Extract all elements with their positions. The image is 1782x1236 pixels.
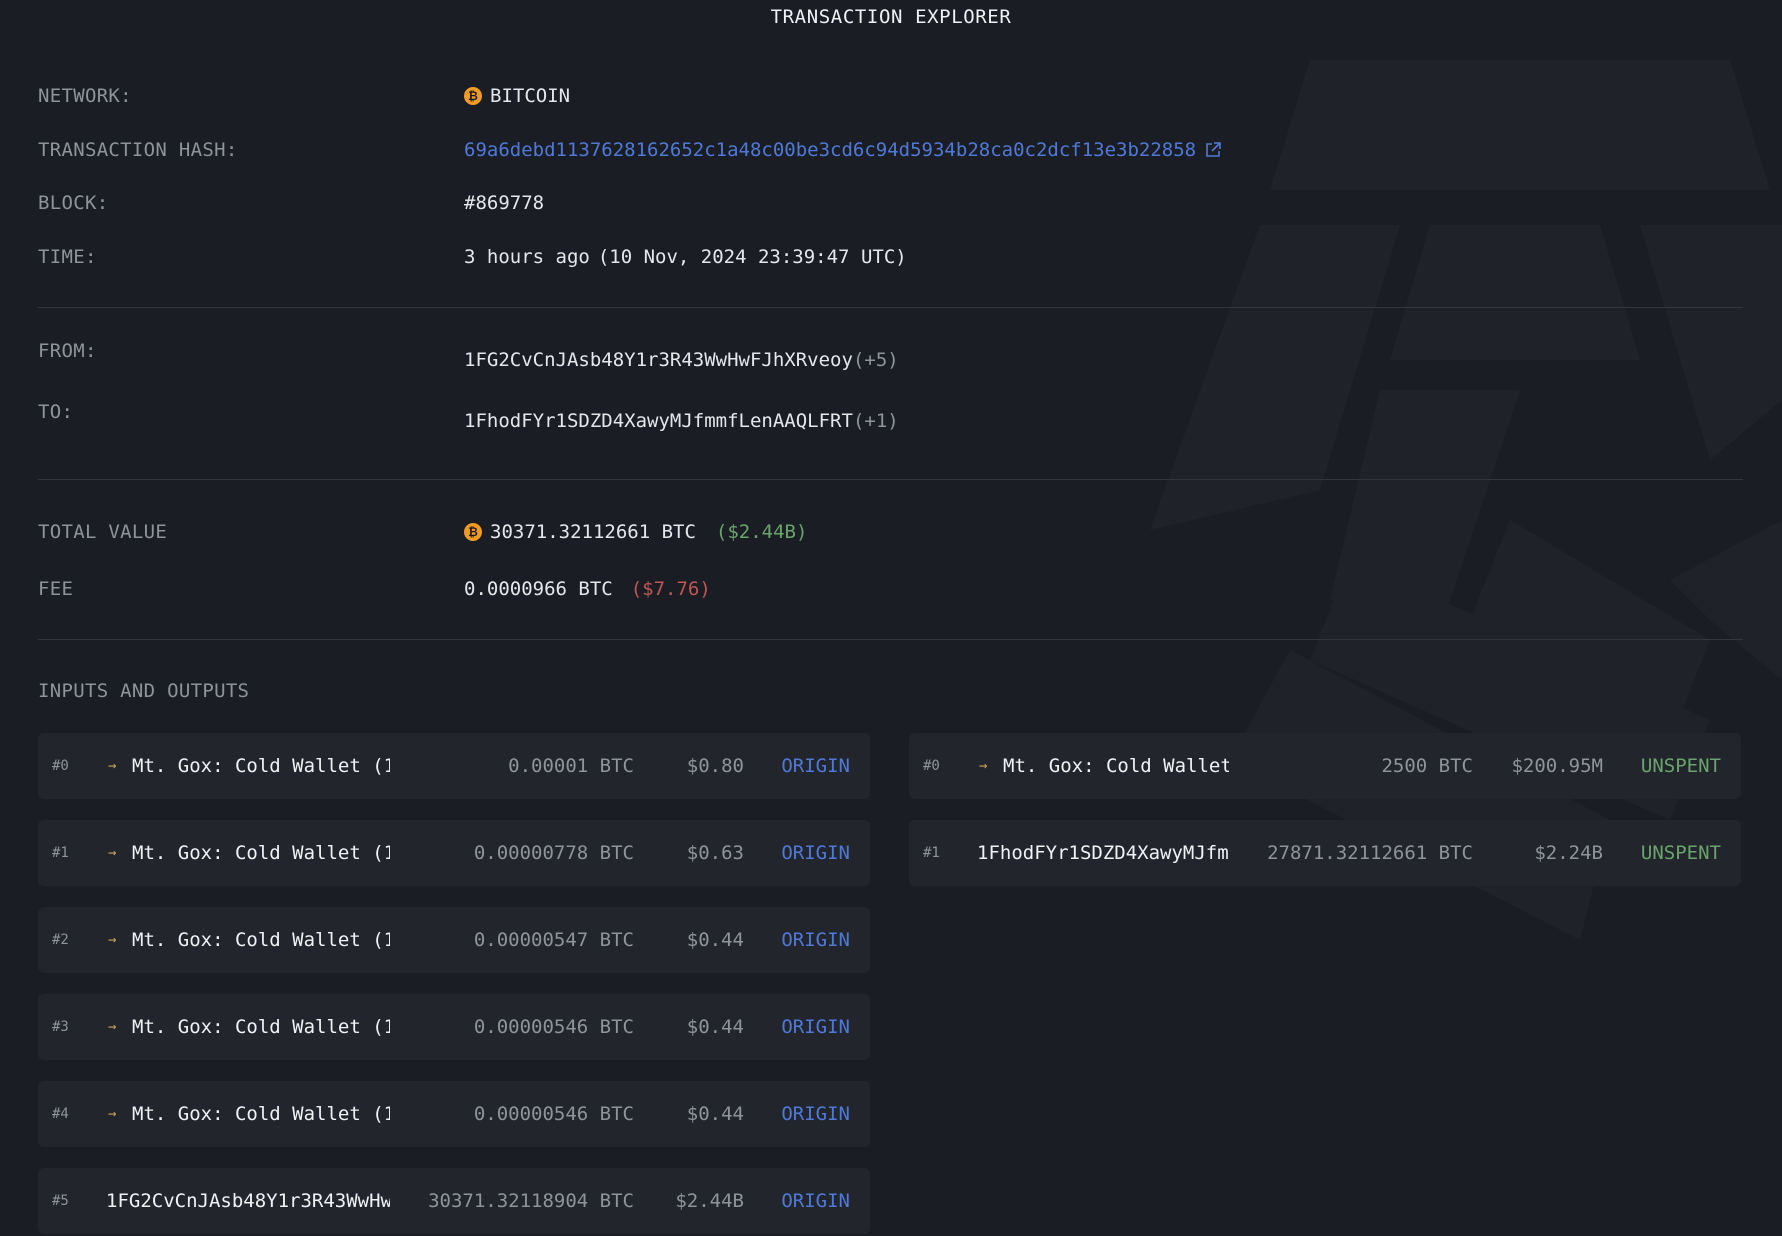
origin-link[interactable]: ORIGIN [781, 1016, 850, 1038]
time-label: TIME: [38, 246, 97, 268]
to-label: TO: [38, 401, 74, 423]
entity-name-link[interactable]: Mt. Gox: Cold Wallet [1003, 755, 1229, 777]
input-row[interactable]: #2 → Mt. Gox: Cold Wallet (1 0.00000547 BTC… [38, 907, 870, 973]
row-index: #3 [52, 1019, 69, 1035]
entity-arrow-icon: → [108, 932, 117, 948]
row-index: #0 [923, 758, 940, 774]
from-row: FROM: 1FG2CvCnJAsb48Y1r3R43WwHwFJhXRveoy… [38, 340, 1743, 376]
row-index: #2 [52, 932, 69, 948]
block-label: BLOCK: [38, 192, 109, 214]
btc-amount: 0.00001 BTC [508, 755, 634, 777]
bitcoin-icon: ₿ [464, 523, 482, 541]
inputs-outputs-title: INPUTS AND OUTPUTS [38, 680, 250, 702]
entity-arrow-icon: → [108, 845, 117, 861]
total-value-label: TOTAL VALUE [38, 521, 168, 543]
btc-amount: 0.00000546 BTC [473, 1103, 634, 1125]
unspent-status: UNSPENT [1640, 842, 1721, 864]
to-address[interactable]: 1FhodFYr1SDZD4XawyMJfmmfLenAAQLFRT [464, 410, 853, 432]
fee-usd: ($7.76) [630, 578, 711, 600]
address-link[interactable]: 1FG2CvCnJAsb48Y1r3R43WwHw [106, 1190, 390, 1212]
row-index: #0 [52, 758, 69, 774]
row-index: #1 [923, 845, 940, 861]
entity-arrow-icon: → [108, 1106, 117, 1122]
btc-amount: 30371.32118904 BTC [428, 1190, 634, 1212]
row-index: #4 [52, 1106, 69, 1122]
total-value-row: TOTAL VALUE ₿ 30371.32112661 BTC ($2.44B… [38, 516, 1743, 548]
origin-link[interactable]: ORIGIN [781, 929, 850, 951]
fee-label: FEE [38, 578, 74, 600]
btc-amount: 2500 BTC [1381, 755, 1473, 777]
origin-link[interactable]: ORIGIN [781, 1190, 850, 1212]
entity-name-link[interactable]: Mt. Gox: Cold Wallet (1 [132, 842, 390, 864]
usd-amount: $0.44 [686, 929, 744, 951]
transaction-hash-link[interactable]: 69a6debd1137628162652c1a48c00be3cd6c94d5… [464, 139, 1196, 161]
usd-amount: $0.80 [686, 755, 744, 777]
time-row: TIME: 3 hours ago (10 Nov, 2024 23:39:47… [38, 241, 1743, 273]
usd-amount: $0.44 [686, 1103, 744, 1125]
input-row[interactable]: #3 → Mt. Gox: Cold Wallet (1 0.00000546 BTC… [38, 994, 870, 1060]
output-row[interactable]: #0 → Mt. Gox: Cold Wallet 2500 BTC $200.95M U… [909, 733, 1741, 799]
origin-link[interactable]: ORIGIN [781, 1103, 850, 1125]
origin-link[interactable]: ORIGIN [781, 842, 850, 864]
usd-amount: $2.44B [675, 1190, 744, 1212]
btc-amount: 0.00000546 BTC [473, 1016, 634, 1038]
unspent-status: UNSPENT [1640, 755, 1721, 777]
entity-name-link[interactable]: Mt. Gox: Cold Wallet (1 [132, 929, 390, 951]
usd-amount: $2.24B [1534, 842, 1603, 864]
btc-amount: 0.00000547 BTC [473, 929, 634, 951]
entity-name-link[interactable]: Mt. Gox: Cold Wallet (1 [132, 1016, 390, 1038]
network-row: NETWORK: ₿ BITCOIN [38, 80, 1743, 112]
bitcoin-icon: ₿ [464, 87, 482, 105]
output-row[interactable]: #1 1FhodFYr1SDZD4XawyMJfm 27871.32112661 B… [909, 820, 1741, 886]
time-relative: 3 hours ago [464, 246, 590, 268]
total-usd: ($2.44B) [715, 521, 808, 543]
entity-name-link[interactable]: Mt. Gox: Cold Wallet (1 [132, 755, 390, 777]
input-row[interactable]: #1 → Mt. Gox: Cold Wallet (1 0.00000778 BTC… [38, 820, 870, 886]
to-extra-count[interactable]: (+1) [853, 410, 899, 432]
input-row[interactable]: #4 → Mt. Gox: Cold Wallet (1 0.00000546 BTC… [38, 1081, 870, 1147]
fee-btc: 0.0000966 BTC [464, 578, 613, 600]
page-title: TRANSACTION EXPLORER [770, 6, 1012, 28]
usd-amount: $0.63 [686, 842, 744, 864]
hash-row: TRANSACTION HASH: 69a6debd1137628162652c… [38, 134, 1743, 166]
entity-arrow-icon: → [108, 758, 117, 774]
from-label: FROM: [38, 340, 97, 362]
hash-label: TRANSACTION HASH: [38, 139, 238, 161]
entity-arrow-icon: → [979, 758, 988, 774]
block-number[interactable]: #869778 [464, 192, 544, 214]
external-link-icon[interactable] [1204, 141, 1222, 159]
row-index: #5 [52, 1193, 69, 1209]
network-value: BITCOIN [490, 85, 571, 107]
time-absolute: (10 Nov, 2024 23:39:47 UTC) [597, 246, 907, 268]
block-row: BLOCK: #869778 [38, 187, 1743, 219]
total-btc: 30371.32112661 BTC [490, 521, 696, 543]
fee-row: FEE 0.0000966 BTC ($7.76) [38, 573, 1743, 605]
input-row[interactable]: #0 → Mt. Gox: Cold Wallet (1 0.00001 BTC $0.… [38, 733, 870, 799]
entity-name-link[interactable]: Mt. Gox: Cold Wallet (1 [132, 1103, 390, 1125]
btc-amount: 0.00000778 BTC [473, 842, 634, 864]
divider [38, 307, 1743, 308]
from-address[interactable]: 1FG2CvCnJAsb48Y1r3R43WwHwFJhXRveoy [464, 349, 853, 371]
divider [38, 479, 1743, 480]
origin-link[interactable]: ORIGIN [781, 755, 850, 777]
from-extra-count[interactable]: (+5) [853, 349, 899, 371]
row-index: #1 [52, 845, 69, 861]
address-link[interactable]: 1FhodFYr1SDZD4XawyMJfm [977, 842, 1229, 864]
divider [38, 639, 1743, 640]
input-row[interactable]: #5 1FG2CvCnJAsb48Y1r3R43WwHw 30371.3211890… [38, 1168, 870, 1234]
usd-amount: $200.95M [1511, 755, 1603, 777]
to-row: TO: 1FhodFYr1SDZD4XawyMJfmmfLenAAQLFRT (… [38, 401, 1743, 437]
network-label: NETWORK: [38, 85, 132, 107]
usd-amount: $0.44 [686, 1016, 744, 1038]
entity-arrow-icon: → [108, 1019, 117, 1035]
btc-amount: 27871.32112661 BTC [1267, 842, 1473, 864]
